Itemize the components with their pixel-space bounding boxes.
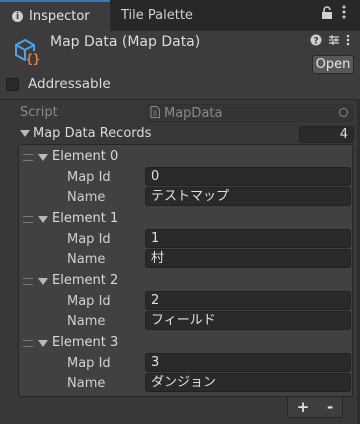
map-id-field[interactable]: 0 [145,167,351,186]
script-label: Script [20,105,58,120]
name-field[interactable]: テストマップ [145,187,351,206]
svg-text:?: ? [313,37,318,47]
addressable-checkbox[interactable] [6,77,19,91]
scriptable-object-icon: {} [12,37,42,70]
object-picker-icon[interactable] [339,108,348,117]
context-menu-icon[interactable] [346,34,350,49]
tab-tile-palette-label: Tile Palette [121,8,193,23]
help-icon[interactable]: ? [310,34,322,49]
element-2-header[interactable]: Element 2 [19,271,352,291]
drag-handle-icon[interactable] [23,340,33,347]
list-footer-buttons: + - [287,397,343,418]
foldout-arrow-icon[interactable] [38,154,48,161]
header-divider [0,99,360,100]
element-label: Element 3 [52,335,119,350]
map-id-label: Map Id [67,294,111,309]
drag-handle-icon[interactable] [23,278,33,285]
map-id-field[interactable]: 2 [145,291,351,310]
foldout-arrow-icon[interactable] [20,130,30,137]
name-label: Name [67,314,106,329]
map-id-label: Map Id [67,232,111,247]
asset-title: Map Data (Map Data) [50,34,201,50]
header-icons: ? [310,34,350,49]
name-label: Name [67,376,106,391]
lock-icon[interactable] [321,6,333,24]
map-data-records-header[interactable]: Map Data Records 4 [0,123,360,143]
addressable-label: Addressable [28,76,111,92]
remove-element-button[interactable]: - [327,398,333,416]
presets-icon[interactable] [328,34,340,49]
list-size-field[interactable]: 4 [299,126,354,143]
name-label: Name [67,252,106,267]
foldout-arrow-icon[interactable] [38,340,48,347]
info-icon: i [12,11,23,22]
name-field[interactable]: ダンジョン [145,373,351,392]
map-id-label: Map Id [67,356,111,371]
map-id-label: Map Id [67,170,111,185]
svg-text:{}: {} [26,52,40,66]
script-row: Script MapData [0,102,360,122]
name-field[interactable]: フィールド [145,311,351,330]
tab-inspector[interactable]: i Inspector [0,0,110,31]
more-menu-icon[interactable] [342,5,346,23]
element-1-header[interactable]: Element 1 [19,209,352,229]
element-label: Element 1 [52,211,119,226]
element-3-header[interactable]: Element 3 [19,333,352,353]
tab-bar: i Inspector Tile Palette [0,0,360,31]
drag-handle-icon[interactable] [23,216,33,223]
script-field[interactable]: MapData [145,104,353,122]
map-id-field[interactable]: 1 [145,229,351,248]
addressable-toggle[interactable]: Addressable [6,76,111,92]
tab-inspector-label: Inspector [29,9,90,24]
name-field[interactable]: 村 [145,249,351,268]
element-0-header[interactable]: Element 0 [19,147,352,167]
map-id-field[interactable]: 3 [145,353,351,372]
name-label: Name [67,190,106,205]
add-element-button[interactable]: + [297,398,310,416]
list-title: Map Data Records [33,126,152,141]
records-list: Element 0 Map Id 0 Name テストマップ Element 1… [18,144,353,397]
script-value: MapData [164,105,223,121]
script-file-icon [150,105,160,121]
tab-tile-palette[interactable]: Tile Palette [121,0,193,31]
open-button[interactable]: Open [312,55,354,74]
element-label: Element 0 [52,149,119,164]
drag-handle-icon[interactable] [23,154,33,161]
element-label: Element 2 [52,273,119,288]
foldout-arrow-icon[interactable] [38,216,48,223]
foldout-arrow-icon[interactable] [38,278,48,285]
